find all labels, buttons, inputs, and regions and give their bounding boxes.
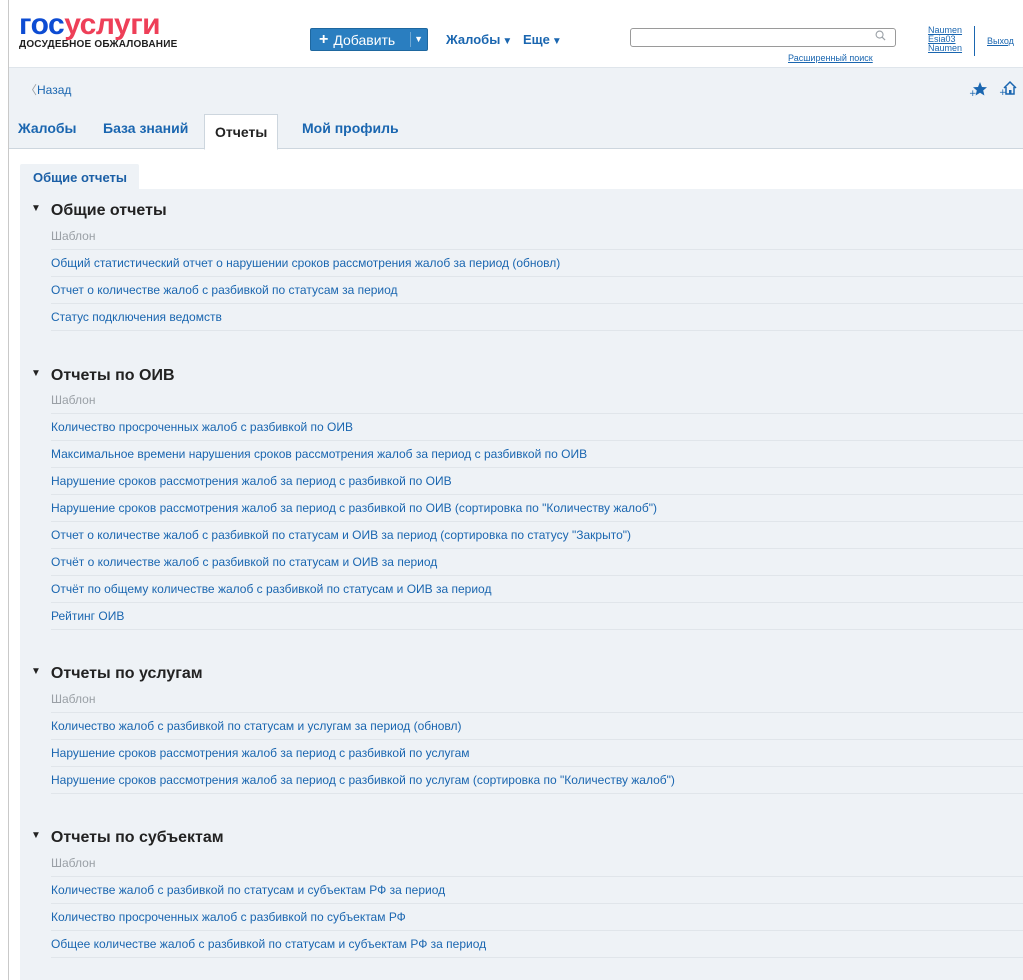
column-header: Шаблон	[51, 223, 1023, 250]
report-link[interactable]: Количестве жалоб с разбивкой по статусам…	[51, 877, 1023, 904]
collapse-triangle-icon[interactable]: ▼	[31, 368, 41, 379]
nav-more-menu[interactable]: Еще ▼	[523, 32, 562, 47]
collapse-triangle-icon[interactable]: ▼	[31, 203, 41, 214]
report-link[interactable]: Рейтинг ОИВ	[51, 603, 1023, 630]
report-link[interactable]: Нарушение сроков рассмотрения жалоб за п…	[51, 767, 1023, 794]
collapse-triangle-icon[interactable]: ▼	[31, 830, 41, 841]
column-header: Шаблон	[51, 850, 1023, 877]
tab-complaints[interactable]: Жалобы	[18, 120, 76, 136]
logo-wordmark: госуслуги	[19, 10, 177, 40]
advanced-search-link[interactable]: Расширенный поиск	[788, 53, 873, 63]
section-title-label: Отчеты по субъектам	[50, 829, 224, 846]
report-link[interactable]: Нарушение сроков рассмотрения жалоб за п…	[51, 468, 1023, 495]
add-button-label: Добавить	[333, 31, 396, 48]
add-favorite-star-icon[interactable]: +	[969, 81, 987, 97]
section-title-general[interactable]: ▼ Общие отчеты	[31, 202, 167, 220]
collapse-triangle-icon[interactable]: ▼	[31, 666, 41, 677]
logo-subtitle: ДОСУДЕБНОЕ ОБЖАЛОВАНИЕ	[19, 39, 178, 50]
button-divider	[410, 32, 411, 47]
tab-reports[interactable]: Отчеты	[204, 114, 279, 150]
back-label: Назад	[37, 83, 72, 97]
column-header: Шаблон	[51, 387, 1023, 414]
back-link[interactable]: 〈Назад	[25, 81, 71, 98]
subtab-general-reports[interactable]: Общие отчеты	[20, 164, 140, 189]
chevron-down-icon: ▼	[502, 36, 513, 47]
back-bar: 〈Назад + +	[9, 67, 1023, 108]
svg-text:+: +	[969, 89, 977, 97]
report-link[interactable]: Максимальное времени нарушения сроков ра…	[51, 441, 1023, 468]
header-divider	[974, 26, 975, 56]
main-tabs: Жалобы База знаний Отчеты Мой профиль	[9, 108, 1023, 150]
section-title-label: Отчеты по ОИВ	[50, 367, 175, 384]
reports-content: ▼ Общие отчеты Шаблон Общий статистически…	[20, 189, 1023, 980]
chevron-down-icon: ▼	[551, 36, 562, 47]
subtab-bar: Общие отчеты	[9, 150, 1023, 189]
report-link[interactable]: Количество просроченных жалоб с разбивко…	[51, 904, 1023, 931]
report-link[interactable]: Общий статистический отчет о нарушении с…	[51, 250, 1023, 277]
nav-complaints-menu[interactable]: Жалобы ▼	[446, 32, 512, 47]
plus-icon: +	[319, 30, 329, 48]
user-link-3[interactable]: Naumen	[928, 44, 962, 53]
section-title-services[interactable]: ▼ Отчеты по услугам	[31, 665, 203, 683]
report-link[interactable]: Общее количестве жалоб с разбивкой по ст…	[51, 931, 1023, 958]
gosuslugi-logo[interactable]: госуслуги ДОСУДЕБНОЕ ОБЖАЛОВАНИЕ	[19, 10, 178, 51]
report-link[interactable]: Статус подключения ведомств	[51, 304, 1023, 331]
logo-part-gos: гос	[19, 8, 65, 41]
logout-link[interactable]: Выход	[987, 36, 1014, 46]
tab-my-profile[interactable]: Мой профиль	[302, 120, 399, 136]
user-account-links: Naumen Esia03 Naumen	[928, 26, 962, 53]
section-title-label: Отчеты по услугам	[50, 665, 203, 682]
chevron-down-icon[interactable]: ▼	[414, 34, 423, 44]
report-link[interactable]: Отчет о количестве жалоб с разбивкой по …	[51, 522, 1023, 549]
section-title-oiv[interactable]: ▼ Отчеты по ОИВ	[31, 367, 175, 385]
chevron-left-icon: 〈	[25, 83, 38, 97]
report-link[interactable]: Количество жалоб с разбивкой по статусам…	[51, 713, 1023, 740]
nav-more-label: Еще	[523, 32, 550, 47]
tab-knowledge-base[interactable]: База знаний	[103, 120, 188, 136]
logo-part-uslugi: услуги	[64, 8, 161, 41]
report-link[interactable]: Нарушение сроков рассмотрения жалоб за п…	[51, 495, 1023, 522]
add-button[interactable]: + Добавить ▼	[310, 28, 428, 51]
search-icon[interactable]	[875, 30, 886, 41]
report-link[interactable]: Отчёт о количестве жалоб с разбивкой по …	[51, 549, 1023, 576]
report-link[interactable]: Нарушение сроков рассмотрения жалоб за п…	[51, 740, 1023, 767]
column-header: Шаблон	[51, 686, 1023, 713]
report-link[interactable]: Отчёт по общему количестве жалоб с разби…	[51, 576, 1023, 603]
search-input[interactable]	[630, 28, 896, 47]
section-title-subjects[interactable]: ▼ Отчеты по субъектам	[31, 829, 224, 847]
top-header: госуслуги ДОСУДЕБНОЕ ОБЖАЛОВАНИЕ + Добав…	[9, 0, 1023, 67]
set-home-icon[interactable]: +	[999, 80, 1017, 96]
report-link[interactable]: Количество просроченных жалоб с разбивко…	[51, 414, 1023, 441]
nav-complaints-label: Жалобы	[446, 32, 501, 47]
report-link[interactable]: Отчет о количестве жалоб с разбивкой по …	[51, 277, 1023, 304]
section-title-label: Общие отчеты	[50, 202, 167, 219]
